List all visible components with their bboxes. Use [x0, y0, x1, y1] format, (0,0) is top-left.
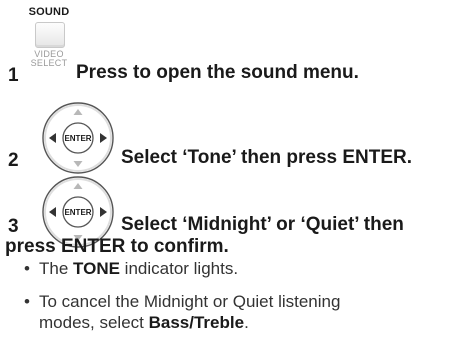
step-1-text: Press to open the sound menu. [76, 62, 359, 83]
enter-label: ENTER [64, 134, 91, 143]
enter-label: ENTER [64, 208, 91, 217]
note-2-line2-prefix: modes, select [39, 313, 149, 332]
note-2-bold: Bass/Treble [148, 313, 245, 332]
enter-dpad-icon: ENTER [42, 102, 114, 174]
note-2-line1: To cancel the Midnight or Quiet listenin… [39, 292, 341, 311]
video-select-label: VIDEO SELECT [26, 50, 72, 68]
note-1-suffix: indicator lights. [119, 259, 239, 278]
sound-button-icon: SOUND VIDEO SELECT [26, 6, 72, 76]
step-3-text-line1: Select ‘Midnight’ or ‘Quiet’ then [121, 214, 404, 235]
list-item: • To cancel the Midnight or Quiet listen… [22, 291, 462, 333]
sound-button-label: SOUND [28, 6, 70, 18]
step-2-text: Select ‘Tone’ then press ENTER. [121, 147, 413, 168]
list-item: • The TONE indicator lights. [22, 258, 462, 279]
note-1-bold: TONE [73, 259, 120, 278]
step-2-number: 2 [8, 150, 19, 171]
note-2-suffix: . [244, 313, 249, 332]
step-1-number: 1 [8, 65, 19, 86]
notes-list: • The TONE indicator lights. • To cancel… [22, 258, 462, 345]
step-3-number: 3 [8, 216, 19, 237]
video-select-line2: SELECT [30, 58, 68, 68]
note-1-prefix: The [39, 259, 74, 278]
step-3-text-line2: press ENTER to confirm. [5, 236, 229, 257]
bullet-icon: • [24, 259, 30, 278]
bullet-icon: • [24, 292, 30, 311]
sound-key-shape [35, 22, 65, 48]
